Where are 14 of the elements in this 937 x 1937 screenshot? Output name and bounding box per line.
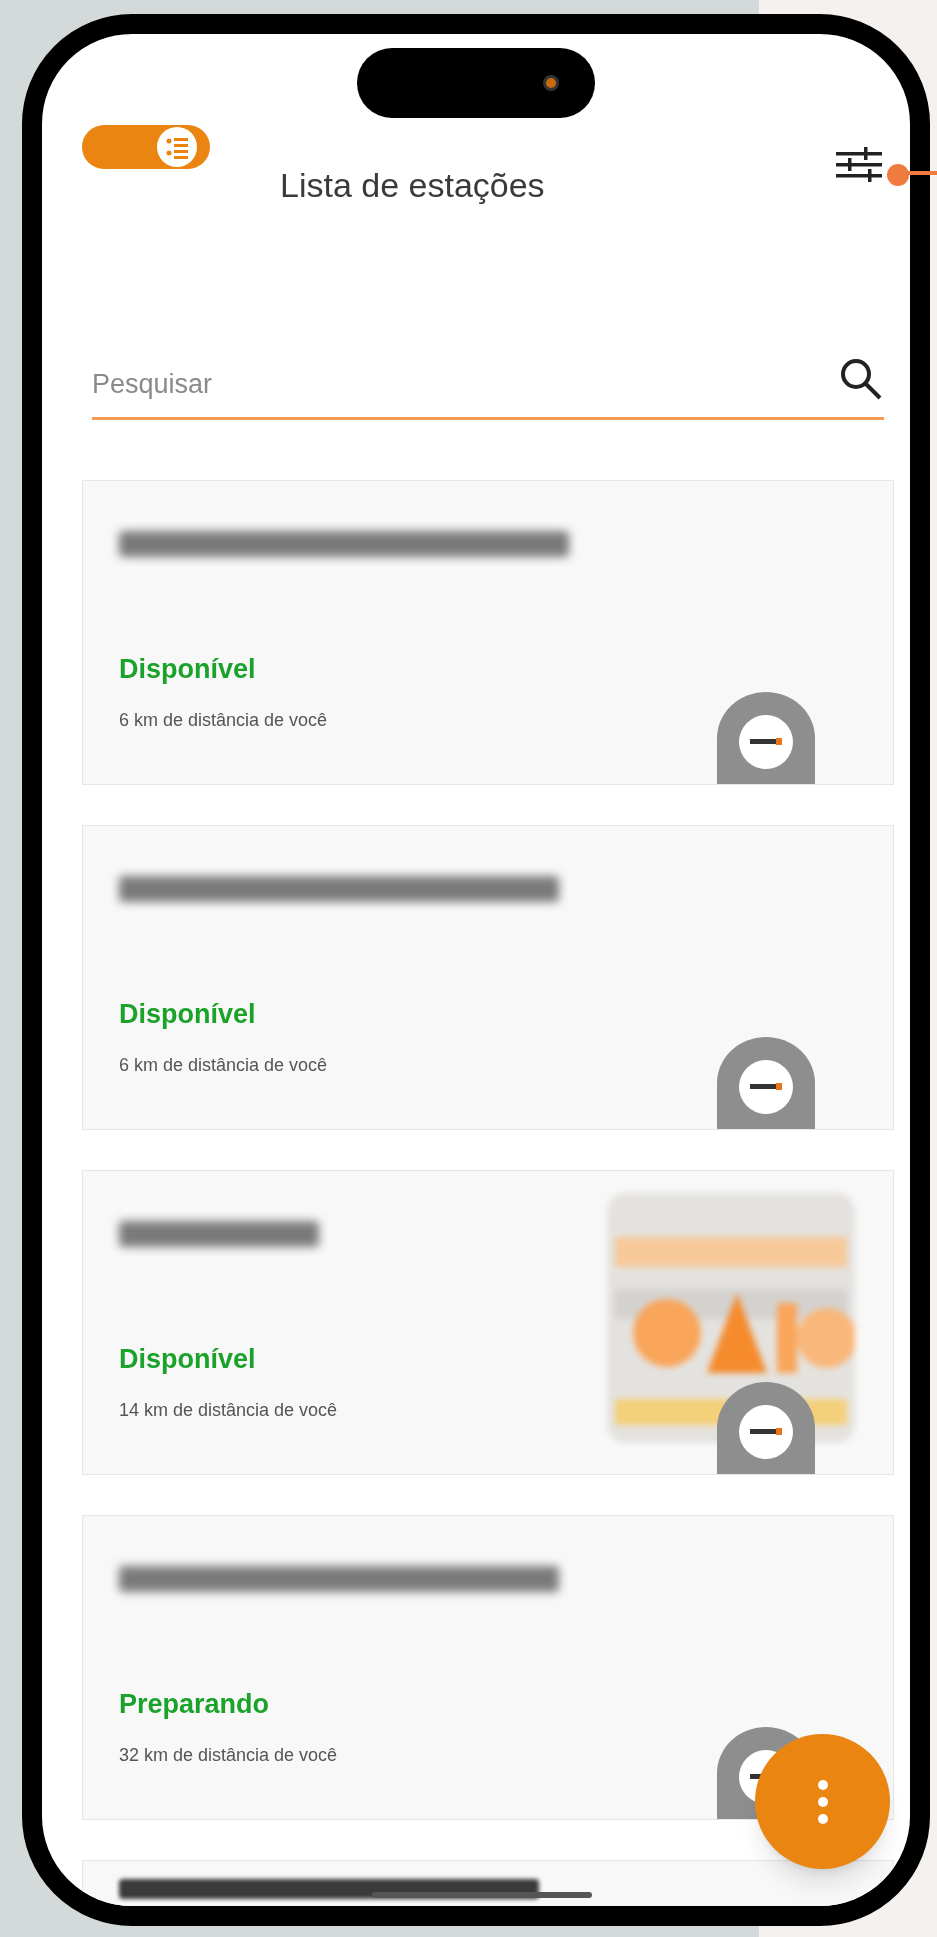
station-status: Disponível [119, 652, 257, 686]
station-status: Disponível [119, 997, 257, 1031]
screen-title: Lista de estações [280, 165, 545, 206]
station-distance: 32 km de distância de você [119, 1744, 339, 1767]
station-card[interactable]: Disponível 6 km de distância de você [82, 824, 894, 1130]
station-card[interactable]: Disponível 6 km de distância de você [82, 479, 894, 785]
station-distance: 6 km de distância de você [119, 709, 329, 732]
station-distance: 6 km de distância de você [119, 1054, 329, 1077]
station-status: Disponível [119, 1342, 257, 1376]
station-status: Preparando [119, 1687, 271, 1721]
station-distance: 14 km de distância de você [119, 1399, 339, 1422]
search-field[interactable]: Pesquisar [92, 356, 884, 420]
station-card[interactable]: Preparando 32 km de distância de você [82, 1514, 894, 1820]
station-card[interactable]: Disponível 14 km de distância de você [82, 1169, 894, 1475]
